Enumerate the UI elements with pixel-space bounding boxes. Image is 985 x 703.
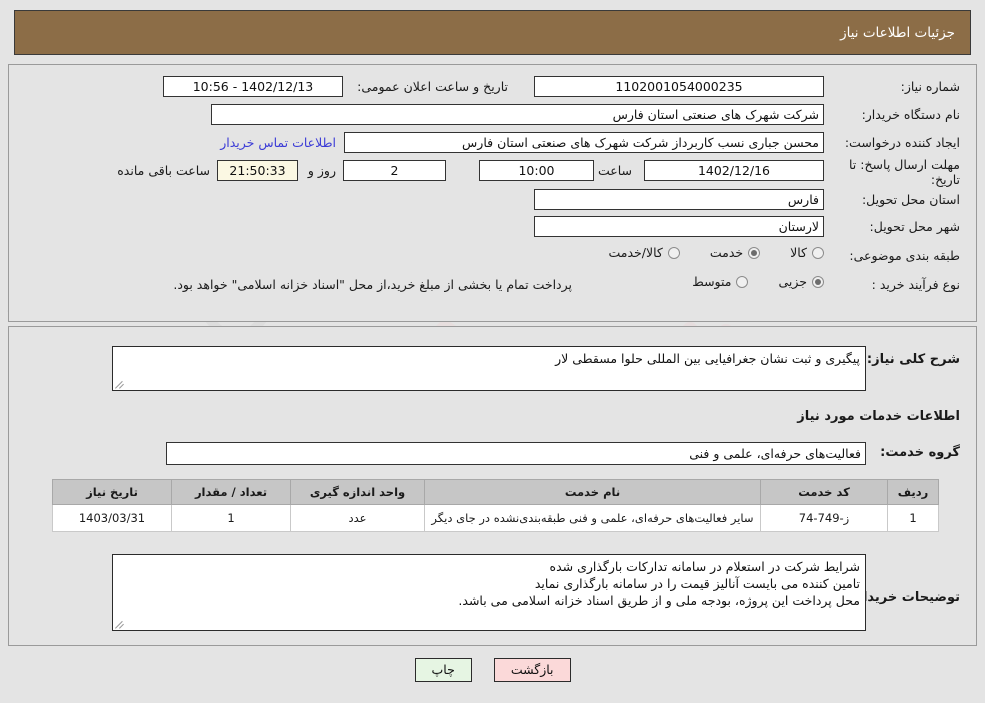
cell-need-date: 1403/03/31 [52, 504, 172, 532]
radio-label-minor: جزیی [778, 274, 807, 289]
buyer-note-line-2: تامین کننده می بایست آنالیز قیمت را در س… [534, 576, 860, 591]
th-service-name: نام خدمت [424, 479, 761, 505]
radio-classification-goods-service[interactable]: کالا/خدمت [608, 245, 680, 260]
need-summary-text: پیگیری و ثبت نشان جغرافیایی بین المللی ح… [555, 351, 860, 366]
radio-label-medium: متوسط [692, 274, 732, 289]
cell-service-code: ز-749-74 [760, 504, 888, 532]
field-remaining-time: 21:50:33 [217, 160, 298, 181]
cell-unit: عدد [290, 504, 425, 532]
radio-label-goods: کالا [790, 245, 807, 260]
field-requester: محسن جباری نسب کاربرداز شرکت شهرک های صن… [344, 132, 824, 153]
th-unit: واحد اندازه گیری [290, 479, 425, 505]
print-button[interactable]: چاپ [414, 658, 472, 682]
label-buyer-notes: توضیحات خریدار: [850, 590, 960, 605]
buyer-contact-link[interactable]: اطلاعات تماس خریدار [220, 135, 336, 150]
label-response-deadline: مهلت ارسال پاسخ: تا تاریخ: [849, 157, 960, 187]
cell-row-no: 1 [887, 504, 939, 532]
table-header-row: ردیف کد خدمت نام خدمت واحد اندازه گیری ت… [52, 479, 939, 505]
radio-process-medium[interactable]: متوسط [692, 274, 749, 289]
label-service-group: گروه خدمت: [880, 445, 960, 460]
field-delivery-city: لارستان [534, 216, 824, 237]
services-heading: اطلاعات خدمات مورد نیاز [797, 409, 960, 424]
field-need-number: 1102001054000235 [534, 76, 824, 97]
label-hours-remaining: ساعت باقی مانده [117, 163, 210, 178]
label-delivery-province: استان محل تحویل: [861, 192, 960, 207]
field-service-group: فعالیت‌های حرفه‌ای، علمی و فنی [166, 442, 866, 465]
field-buyer-notes[interactable]: شرایط شرکت در استعلام در سامانه تدارکات … [112, 554, 866, 631]
radio-label-goods-service: کالا/خدمت [608, 245, 663, 260]
radio-icon-goods[interactable] [812, 246, 824, 259]
buyer-note-line-1: شرایط شرکت در استعلام در سامانه تدارکات … [549, 559, 860, 574]
service-details-panel: شرح کلی نیاز: پیگیری و ثبت نشان جغرافیای… [8, 326, 977, 646]
resize-grip-icon-notes [115, 619, 125, 629]
label-purchase-process-type: نوع فرآیند خرید : [871, 277, 960, 292]
field-delivery-province: فارس [534, 189, 824, 210]
field-public-announce-datetime: 1402/12/13 - 10:56 [163, 76, 343, 97]
classification-radio-group: کالا خدمت کالا/خدمت [582, 245, 824, 260]
field-need-summary[interactable]: پیگیری و ثبت نشان جغرافیایی بین المللی ح… [112, 346, 866, 391]
process-radio-group: جزیی متوسط [666, 274, 824, 289]
radio-classification-goods[interactable]: کالا [790, 245, 824, 260]
page-root: AnaTender.net AnaTender جزئیات اطلاعات ن… [0, 0, 985, 703]
buyer-note-line-3: محل پرداخت این پروژه، بودجه ملی و از طری… [458, 593, 860, 608]
label-subject-classification: طبقه بندی موضوعی: [849, 248, 960, 263]
th-quantity: تعداد / مقدار [171, 479, 291, 505]
radio-icon-minor[interactable] [812, 275, 824, 288]
label-public-announce-datetime: تاریخ و ساعت اعلان عمومی: [357, 79, 508, 94]
label-requester: ایجاد کننده درخواست: [844, 135, 960, 150]
page-header: جزئیات اطلاعات نیاز [14, 10, 971, 55]
field-deadline-date: 1402/12/16 [644, 160, 824, 181]
radio-process-minor[interactable]: جزیی [778, 274, 824, 289]
table-row: 1 ز-749-74 سایر فعالیت‌های حرفه‌ای، علمی… [52, 504, 939, 532]
back-button[interactable]: بازگشت [493, 658, 571, 682]
radio-icon-medium[interactable] [736, 275, 749, 288]
label-delivery-city: شهر محل تحویل: [869, 219, 960, 234]
cell-service-name: سایر فعالیت‌های حرفه‌ای، علمی و فنی طبقه… [424, 504, 761, 532]
label-days-and: روز و [307, 163, 336, 178]
label-hour: ساعت [597, 163, 632, 178]
label-need-summary: شرح کلی نیاز: [866, 352, 960, 367]
th-need-date: تاریخ نیاز [52, 479, 172, 505]
radio-classification-service[interactable]: خدمت [709, 245, 761, 260]
footer-buttons: بازگشت چاپ [0, 658, 985, 682]
label-need-number: شماره نیاز: [900, 79, 960, 94]
field-remaining-days: 2 [343, 160, 446, 181]
page-title: جزئیات اطلاعات نیاز [840, 24, 955, 41]
field-deadline-hour: 10:00 [479, 160, 594, 181]
resize-grip-icon [115, 379, 125, 389]
th-service-code: کد خدمت [760, 479, 888, 505]
services-table: ردیف کد خدمت نام خدمت واحد اندازه گیری ت… [52, 479, 939, 532]
radio-label-service: خدمت [709, 245, 744, 260]
radio-icon-service[interactable] [748, 246, 761, 259]
th-row-no: ردیف [887, 479, 939, 505]
treasury-note: پرداخت تمام یا بخشی از مبلغ خرید،از محل … [173, 277, 572, 292]
label-buyer-org: نام دستگاه خریدار: [861, 107, 960, 122]
field-buyer-org: شرکت شهرک های صنعتی استان فارس [211, 104, 824, 125]
cell-quantity: 1 [171, 504, 291, 532]
need-info-panel: شماره نیاز: 1102001054000235 تاریخ و ساع… [8, 64, 977, 322]
radio-icon-goods-service[interactable] [667, 246, 680, 259]
